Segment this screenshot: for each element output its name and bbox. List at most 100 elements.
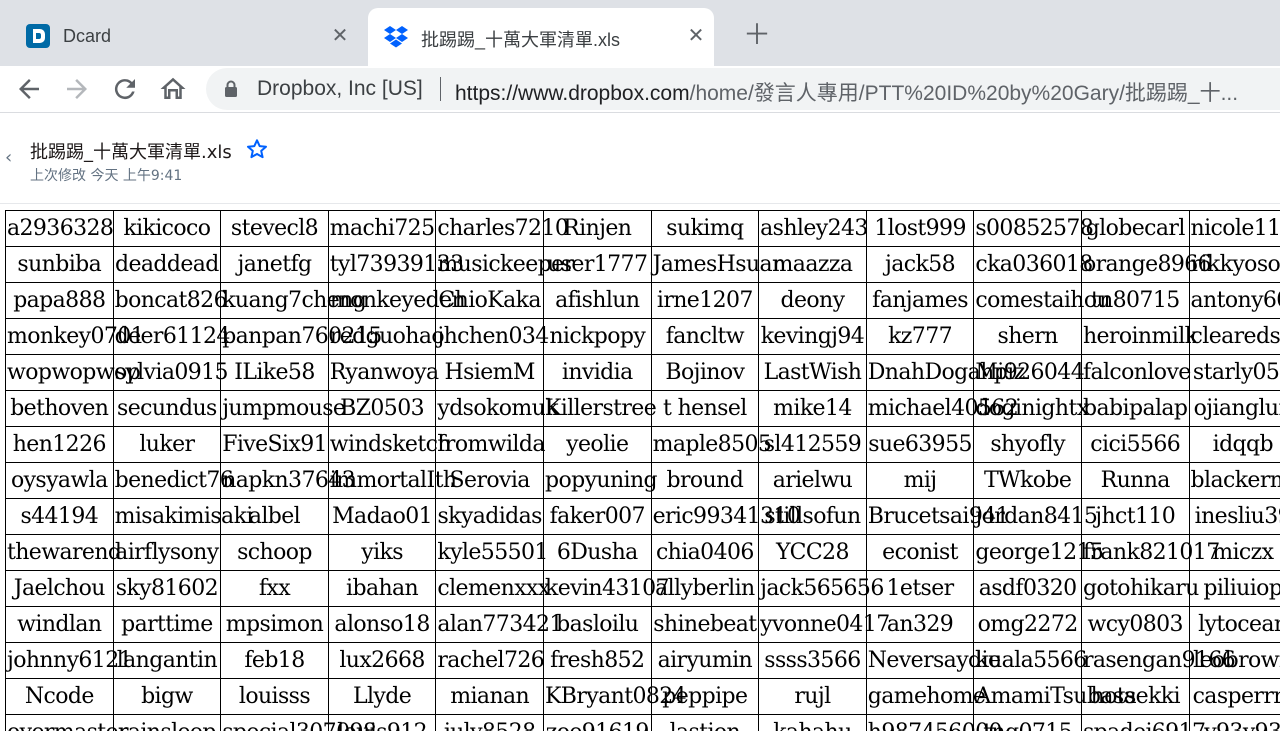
table-cell[interactable]: fanjames [865, 282, 975, 319]
table-cell[interactable]: schoop [220, 534, 329, 571]
table-cell[interactable]: johnny6121 [5, 642, 133, 679]
table-cell[interactable]: yvonne0417 [758, 606, 890, 643]
table-cell[interactable]: sl412559 [758, 426, 867, 463]
close-icon[interactable]: ✕ [682, 22, 710, 50]
table-cell[interactable]: irne1207 [650, 282, 760, 319]
table-cell[interactable]: hotsekki [1080, 678, 1190, 715]
table-cell[interactable]: july8528 [435, 714, 544, 731]
table-cell[interactable]: ibahan [327, 570, 437, 607]
table-cell[interactable]: fresh852 [542, 642, 652, 679]
table-cell[interactable]: cici5566 [1080, 426, 1190, 463]
table-cell[interactable]: mianan [435, 678, 544, 715]
table-cell[interactable]: clemenxxx [435, 570, 550, 607]
table-cell[interactable]: special307098 [220, 714, 377, 731]
tab-dropbox-file[interactable]: 批踢踢_十萬大軍清單.xls ✕ [368, 8, 714, 66]
star-icon[interactable] [246, 138, 268, 160]
table-cell[interactable]: Jaelchou [5, 570, 114, 607]
table-cell[interactable]: DnahDogahpiz [865, 354, 1025, 391]
table-cell[interactable]: yiks [327, 534, 437, 571]
table-cell[interactable]: falconlove [1080, 354, 1191, 391]
table-cell[interactable]: oysyawla [5, 462, 114, 499]
table-cell[interactable]: shern [973, 318, 1082, 355]
table-cell[interactable]: tng0715 [973, 714, 1082, 731]
table-cell[interactable]: clearedsky [1188, 318, 1280, 355]
table-cell[interactable]: 6Dusha [542, 534, 652, 571]
site-identity[interactable]: Dropbox, Inc [US] [257, 77, 423, 101]
table-cell[interactable]: jhct110 [1080, 498, 1190, 535]
table-cell[interactable]: gotohikaru [1080, 570, 1199, 607]
table-cell[interactable]: lastion [650, 714, 760, 731]
table-cell[interactable]: kevin43107 [542, 570, 670, 607]
table-cell[interactable]: rasengan9166 [1080, 642, 1236, 679]
table-cell[interactable]: napkn37643 [220, 462, 356, 499]
table-cell[interactable]: papa888 [5, 282, 114, 319]
table-cell[interactable]: kz777 [865, 318, 975, 355]
table-cell[interactable]: babipalap [1080, 390, 1190, 427]
table-cell[interactable]: misakimisaki [112, 498, 253, 535]
table-cell[interactable]: immortalIth [327, 462, 457, 499]
table-cell[interactable]: sky81602 [112, 570, 222, 607]
table-cell[interactable]: deaddead [112, 246, 222, 283]
table-cell[interactable]: popyuning [542, 462, 658, 499]
table-cell[interactable]: arielwu [758, 462, 867, 499]
table-cell[interactable]: idqqb [1188, 426, 1280, 463]
table-cell[interactable]: ojianglun [1188, 390, 1280, 427]
table-cell[interactable]: mpsimon [220, 606, 329, 643]
table-cell[interactable]: rainsleep [112, 714, 222, 731]
table-cell[interactable]: maple8505 [650, 426, 772, 463]
table-cell[interactable]: charles7210 [435, 210, 569, 247]
table-cell[interactable]: ChioKaka [435, 282, 544, 319]
table-cell[interactable]: overmaster [5, 714, 128, 731]
table-cell[interactable]: alonso18 [327, 606, 437, 643]
table-cell[interactable]: jhchen034 [435, 318, 549, 355]
table-cell[interactable]: leobrown [1188, 642, 1280, 679]
table-cell[interactable]: louis912 [327, 714, 437, 731]
table-cell[interactable]: kikicoco [112, 210, 222, 247]
table-cell[interactable]: monkeyeden [327, 282, 466, 319]
table-cell[interactable]: shyofly [973, 426, 1082, 463]
table-cell[interactable]: Serovia [435, 462, 544, 499]
table-cell[interactable]: nicole1106 [1188, 210, 1280, 247]
table-cell[interactable]: rachel726 [435, 642, 545, 679]
table-cell[interactable]: s44194 [5, 498, 114, 535]
table-cell[interactable]: piliuiop [1188, 570, 1280, 607]
table-cell[interactable]: airflysony [112, 534, 222, 571]
close-icon[interactable]: ✕ [326, 22, 354, 50]
table-cell[interactable]: gamehome [865, 678, 986, 715]
table-cell[interactable]: antony609 [1188, 282, 1280, 319]
table-cell[interactable]: asdf0320 [973, 570, 1082, 607]
table-cell[interactable]: michael40562 [865, 390, 1019, 427]
table-cell[interactable]: sue63955 [865, 426, 975, 463]
table-cell[interactable]: lytocean [1188, 606, 1280, 643]
table-cell[interactable]: HsiemM [435, 354, 544, 391]
table-cell[interactable]: skyadidas [435, 498, 544, 535]
table-cell[interactable]: luker [112, 426, 222, 463]
table-cell[interactable]: benedict76 [112, 462, 234, 499]
table-cell[interactable]: YCC28 [758, 534, 867, 571]
table-cell[interactable]: Killerstree [542, 390, 657, 427]
url-text[interactable]: https://www.dropbox.com/home/發言人專用/PTT%2… [455, 77, 1238, 107]
table-cell[interactable]: basloilu [542, 606, 652, 643]
table-cell[interactable]: kyle55501 [435, 534, 548, 571]
table-cell[interactable]: sunbiba [5, 246, 114, 283]
table-cell[interactable]: user1777 [542, 246, 652, 283]
table-cell[interactable]: Brucetsai941 [865, 498, 1010, 535]
forward-icon[interactable] [62, 74, 92, 104]
table-cell[interactable]: faker007 [542, 498, 652, 535]
table-cell[interactable]: windlan [5, 606, 114, 643]
table-cell[interactable]: Llyde [327, 678, 437, 715]
table-cell[interactable]: blackerman [1188, 462, 1280, 499]
table-cell[interactable]: Bojinov [650, 354, 760, 391]
table-cell[interactable]: a2936328 [5, 210, 114, 247]
table-cell[interactable]: Ncode [5, 678, 114, 715]
table-cell[interactable]: hen1226 [5, 426, 114, 463]
table-cell[interactable]: machi725 [327, 210, 437, 247]
reload-icon[interactable] [110, 74, 140, 104]
table-cell[interactable]: bethoven [5, 390, 114, 427]
new-tab-icon[interactable]: ＋ [742, 20, 772, 50]
table-cell[interactable]: comestaihou [973, 282, 1111, 319]
table-cell[interactable]: langantin [112, 642, 222, 679]
table-cell[interactable]: chia0406 [650, 534, 760, 571]
table-cell[interactable]: stillsofun [758, 498, 867, 535]
table-cell[interactable]: casperrrr [1188, 678, 1280, 715]
